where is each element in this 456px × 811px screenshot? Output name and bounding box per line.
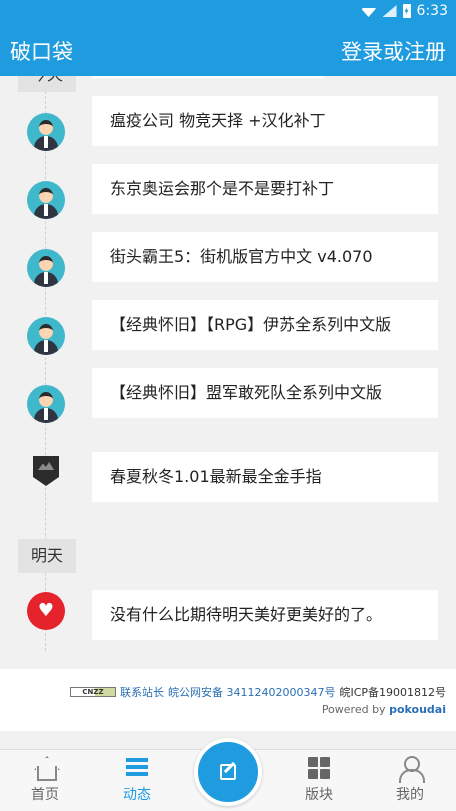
compose-button[interactable] <box>194 738 262 806</box>
tab-feed[interactable]: 动态 <box>107 756 167 808</box>
powered-by-label: Powered by <box>321 703 386 716</box>
status-bar: 6:33 <box>0 0 456 24</box>
timeline-item[interactable]: 春夏秋冬1.01最新最全金手指 <box>0 452 456 508</box>
post-card[interactable]: 东京奥运会那个是不是要打补丁 <box>92 164 438 214</box>
post-card[interactable]: 【经典怀旧】【RPG】伊苏全系列中文版 <box>92 300 438 350</box>
timeline-feed[interactable]: 今天 瘟疫公司 物竞天择 +汉化补丁 东京奥运会那个是不是要打补丁 街头霸王5：… <box>0 76 456 749</box>
timeline-item[interactable]: 瘟疫公司 物竞天择 +汉化补丁 <box>0 96 456 165</box>
post-card[interactable]: 春夏秋冬1.01最新最全金手指 <box>92 452 438 502</box>
day-tag-today: 今天 <box>18 76 77 92</box>
brand-link[interactable]: pokoudai <box>389 703 446 716</box>
user-avatar-icon[interactable] <box>27 113 65 151</box>
post-card[interactable]: 瘟疫公司 物竞天择 +汉化补丁 <box>92 96 438 146</box>
timeline-item[interactable]: ♥ 没有什么比期待明天美好更美好的了。 <box>0 590 456 644</box>
timeline-item[interactable]: 【经典怀旧】【RPG】伊苏全系列中文版 <box>0 300 456 369</box>
wifi-icon <box>360 8 377 17</box>
user-avatar-icon[interactable] <box>27 317 65 355</box>
shield-icon[interactable] <box>33 456 59 486</box>
day-tag-tomorrow: 明天 <box>18 539 77 573</box>
tab-boards[interactable]: 版块 <box>289 756 349 808</box>
icp-record: 皖ICP备19001812号 <box>339 686 446 699</box>
login-register-button[interactable]: 登录或注册 <box>341 36 446 66</box>
partial-card <box>92 76 324 78</box>
signal-icon <box>382 5 397 17</box>
user-avatar-icon[interactable] <box>27 249 65 287</box>
home-icon <box>32 756 58 781</box>
post-card[interactable]: 【经典怀旧】盟军敢死队全系列中文版 <box>92 368 438 418</box>
app-title: 破口袋 <box>10 40 73 64</box>
grid-icon <box>306 756 332 780</box>
tab-label: 版块 <box>305 787 333 803</box>
heart-icon: ♥ <box>27 592 65 630</box>
status-time: 6:33 <box>416 3 448 19</box>
timeline-item[interactable]: 街头霸王5：街机版官方中文 v4.070 <box>0 232 456 301</box>
user-icon <box>397 756 425 783</box>
list-icon <box>124 756 150 780</box>
timeline-item[interactable]: 【经典怀旧】盟军敢死队全系列中文版 <box>0 368 456 437</box>
tab-label: 我的 <box>396 787 424 803</box>
user-avatar-icon[interactable] <box>27 181 65 219</box>
tab-home[interactable]: 首页 <box>15 756 75 808</box>
post-card[interactable]: 街头霸王5：街机版官方中文 v4.070 <box>92 232 438 282</box>
timeline-item[interactable]: 东京奥运会那个是不是要打补丁 <box>0 164 456 233</box>
post-card[interactable]: 没有什么比期待明天美好更美好的了。 <box>92 590 438 640</box>
tab-label: 动态 <box>123 787 151 803</box>
app-bar: 破口袋 登录或注册 <box>0 24 456 76</box>
police-record-link[interactable]: 皖公网安备 34112402000347号 <box>168 684 335 700</box>
user-avatar-icon[interactable] <box>27 385 65 423</box>
tab-label: 首页 <box>31 787 59 803</box>
battery-charging-icon <box>402 4 411 18</box>
tab-me[interactable]: 我的 <box>380 756 440 808</box>
edit-icon <box>220 764 236 780</box>
site-footer: CNZZ 联系站长 皖公网安备 34112402000347号 皖ICP备190… <box>0 669 456 731</box>
cnzz-badge[interactable]: CNZZ <box>69 687 116 697</box>
contact-link[interactable]: 联系站长 <box>120 684 164 700</box>
